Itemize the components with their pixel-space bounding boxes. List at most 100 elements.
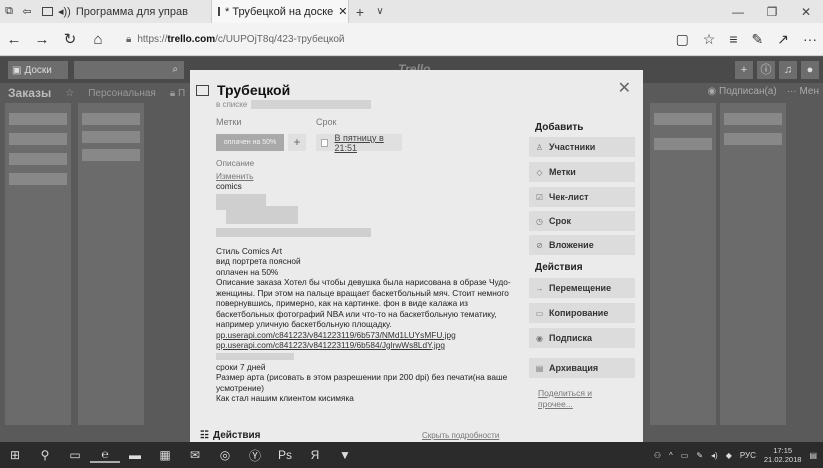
header-actions: + ⓘ ♫ ●: [735, 61, 819, 79]
tab-preview-icon[interactable]: ⧉: [0, 5, 18, 18]
pinned-app-icon[interactable]: ▼: [330, 448, 360, 462]
clock-icon: ◷: [536, 216, 543, 226]
volume-icon[interactable]: ◂): [711, 451, 718, 460]
store-icon[interactable]: ▦: [150, 448, 180, 462]
close-icon[interactable]: ✕: [618, 78, 631, 98]
list-card[interactable]: [724, 113, 782, 125]
list-card[interactable]: [82, 113, 140, 125]
list-card[interactable]: [9, 173, 67, 185]
tab-active[interactable]: * Трубецкой на доске ✕: [211, 0, 349, 23]
chrome-icon[interactable]: ◎: [210, 448, 240, 462]
tab-list-chevron-icon[interactable]: ∨: [371, 6, 389, 17]
attachment-button[interactable]: ⊘ Вложение: [529, 235, 635, 255]
list-card[interactable]: [9, 133, 67, 145]
info-icon[interactable]: ⓘ: [757, 61, 775, 79]
hub-icon[interactable]: ≡: [729, 31, 737, 48]
reading-view-icon[interactable]: ▢: [676, 31, 689, 48]
pen-icon[interactable]: ✎: [696, 451, 703, 460]
windows-start-icon[interactable]: ⊞: [0, 448, 30, 462]
copy-icon: ▭: [535, 308, 544, 318]
board-team[interactable]: Персональная: [88, 88, 156, 99]
subscribe-button[interactable]: ◉ Подписка: [529, 328, 635, 348]
add-label-button[interactable]: +: [288, 134, 306, 151]
search-icon: ⌕: [172, 64, 178, 75]
avatar[interactable]: ●: [801, 61, 819, 79]
archive-button[interactable]: ▤ Архивация: [529, 358, 635, 378]
refresh-icon[interactable]: ↻: [56, 30, 84, 48]
boards-button[interactable]: ▣ Доски: [8, 61, 68, 79]
search-input[interactable]: ⌕: [74, 61, 184, 79]
move-button[interactable]: → Перемещение: [529, 278, 635, 298]
hide-details-link[interactable]: Скрыть подробности: [422, 431, 499, 440]
list-card[interactable]: [9, 153, 67, 165]
actions-section-header: Действия: [535, 262, 583, 273]
description-line: comics: [216, 181, 242, 191]
share-icon[interactable]: ↗: [777, 31, 789, 48]
subscribed-indicator[interactable]: ◉ Подписан(а): [708, 86, 777, 97]
yandex-browser-icon[interactable]: Ⓨ: [240, 447, 270, 464]
tab-close-icon[interactable]: ✕: [338, 5, 347, 18]
network-icon[interactable]: ▭: [681, 451, 689, 460]
description-link[interactable]: pp.userapi.com/c841223/v841223119/6b573/…: [216, 330, 536, 341]
photoshop-icon[interactable]: Ps: [270, 448, 300, 462]
dropbox-icon[interactable]: ◆: [726, 451, 732, 460]
yandex-icon[interactable]: Я: [300, 448, 330, 462]
star-icon[interactable]: ☆: [65, 88, 74, 99]
list-card[interactable]: [654, 113, 712, 125]
more-icon[interactable]: ···: [803, 31, 817, 48]
due-header: Срок: [316, 117, 337, 127]
due-date-button[interactable]: ◷ Срок: [529, 211, 635, 231]
people-icon[interactable]: ⚇: [654, 451, 661, 460]
list-name-redacted[interactable]: [251, 100, 372, 109]
task-view-icon[interactable]: ▭: [60, 448, 90, 462]
forward-arrow-icon[interactable]: →: [28, 31, 56, 48]
tab-audio-icon[interactable]: ◂)): [58, 5, 71, 18]
members-button[interactable]: ♙ Участники: [529, 137, 635, 157]
person-icon: ♙: [535, 142, 544, 152]
edit-description-link[interactable]: Изменить: [216, 171, 536, 182]
due-complete-checkbox[interactable]: [321, 138, 329, 147]
tab-inactive[interactable]: ◂)) Программа для управ: [36, 0, 211, 23]
list-card[interactable]: [82, 149, 140, 161]
edge-browser-icon[interactable]: ℮: [90, 447, 120, 463]
new-tab-button[interactable]: +: [349, 4, 371, 20]
list-card[interactable]: [9, 113, 67, 125]
clock[interactable]: 17:15 21.02.2018: [764, 446, 802, 464]
due-date-badge[interactable]: В пятницу в 21:51: [316, 133, 402, 153]
description-link[interactable]: pp.userapi.com/c841223/v841223119/6b584/…: [216, 340, 536, 351]
input-language[interactable]: РУС: [740, 451, 756, 460]
copy-button[interactable]: ▭ Копирование: [529, 303, 635, 323]
labels-button[interactable]: ◇ Метки: [529, 162, 635, 182]
window-close-icon[interactable]: ✕: [789, 5, 823, 19]
mail-icon[interactable]: ✉: [180, 448, 210, 462]
description-line: Описание заказа Хотел бы чтобы девушка б…: [216, 277, 511, 287]
search-icon[interactable]: ⚲: [30, 448, 60, 462]
show-menu-button[interactable]: ··· Мен: [787, 86, 819, 97]
action-center-icon[interactable]: ▤: [809, 451, 817, 460]
windows-taskbar: ⊞ ⚲ ▭ ℮ ▬ ▦ ✉ ◎ Ⓨ Ps Я ▼ ⚇ ^ ▭ ✎ ◂) ◆ РУ…: [0, 442, 823, 468]
set-aside-tabs-icon[interactable]: ⇦: [18, 5, 36, 18]
restore-icon[interactable]: ❐: [755, 5, 789, 19]
board-title[interactable]: Заказы: [8, 86, 51, 100]
list-card[interactable]: [654, 138, 712, 150]
board-list: [78, 103, 144, 425]
file-explorer-icon[interactable]: ▬: [120, 448, 150, 462]
favorite-star-icon[interactable]: ☆: [703, 31, 716, 48]
back-arrow-icon[interactable]: ←: [0, 31, 28, 48]
notes-pen-icon[interactable]: ✎: [752, 31, 764, 48]
url-field[interactable]: 🔒︎ https://trello.com/c/UUPOjT8q/423-тру…: [122, 27, 642, 51]
checklist-button[interactable]: ☑ Чек-лист: [529, 187, 635, 207]
notifications-bell-icon[interactable]: ♫: [779, 61, 797, 79]
card-label-chip[interactable]: оплачен на 50%: [216, 134, 284, 151]
home-icon[interactable]: ⌂: [84, 31, 112, 48]
description-line: оплачен на 50%: [216, 266, 279, 277]
list-card[interactable]: [82, 131, 140, 143]
show-hidden-icons-chevron-icon[interactable]: ^: [669, 451, 673, 460]
archive-icon: ▤: [535, 363, 544, 373]
minimize-icon[interactable]: —: [721, 5, 755, 19]
add-icon[interactable]: +: [735, 61, 753, 79]
share-and-more-link[interactable]: Поделиться и прочее...: [538, 388, 592, 410]
list-card[interactable]: [724, 133, 782, 145]
board-visibility[interactable]: 🔒︎ П: [170, 88, 185, 99]
card-title[interactable]: Трубецкой: [217, 82, 290, 98]
